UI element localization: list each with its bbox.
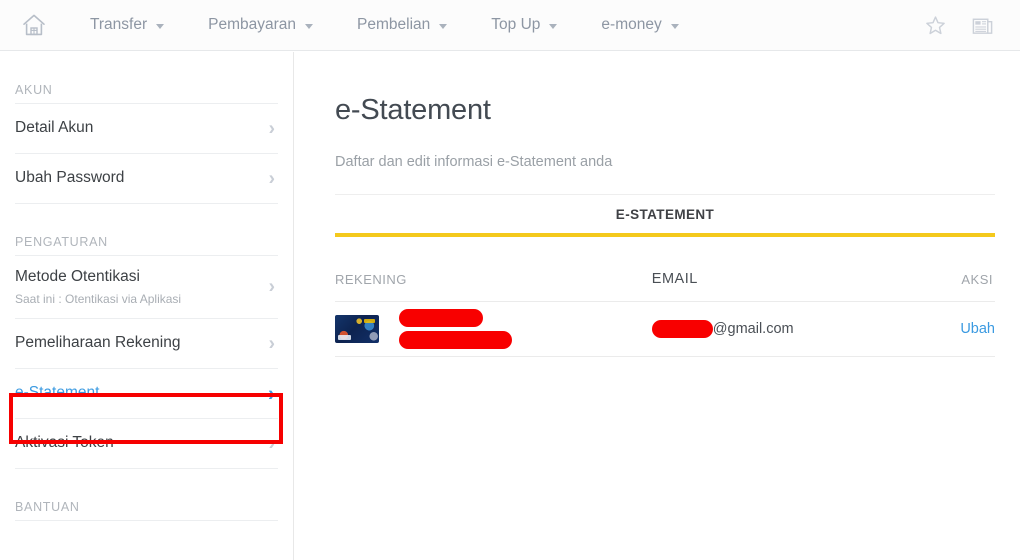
nav-item-e-money[interactable]: e-money — [579, 0, 700, 50]
chevron-right-icon: › — [268, 168, 275, 189]
column-header-email: EMAIL — [651, 271, 698, 287]
nav-item-top-up[interactable]: Top Up — [469, 0, 579, 50]
page-title: e-Statement — [335, 94, 491, 126]
debit-card-thumbnail-icon — [335, 315, 379, 343]
tab-e-statement[interactable]: E-STATEMENT — [616, 207, 714, 222]
cell-rekening — [335, 309, 652, 349]
nav-label: Pembayaran — [208, 16, 297, 33]
table-header-row: REKENING EMAIL AKSI — [335, 271, 995, 302]
email-domain-text: @gmail.com — [712, 321, 794, 337]
chevron-right-icon: › — [268, 433, 275, 454]
sidebar-group-pengaturan: PENGATURAN — [15, 204, 278, 256]
nav-label: Transfer — [90, 16, 148, 33]
account-number-redacted — [399, 309, 512, 349]
top-navigation-bar: Transfer Pembayaran Pembelian Top Up e-m… — [0, 0, 1020, 51]
page-subtitle: Daftar dan edit informasi e-Statement an… — [335, 127, 995, 195]
nav-right-icons — [924, 14, 1020, 37]
sidebar-item-label: e-Statement — [15, 384, 100, 402]
chevron-right-icon: › — [268, 118, 275, 139]
nav-label: Pembelian — [357, 16, 431, 33]
nav-item-pembelian[interactable]: Pembelian — [335, 0, 469, 50]
redaction-bar — [399, 309, 483, 327]
sidebar-item-sublabel: Saat ini : Otentikasi via Aplikasi — [15, 291, 182, 306]
nav-label: Top Up — [491, 16, 541, 33]
sidebar-item-label: Aktivasi Token — [15, 434, 114, 452]
newspaper-icon[interactable] — [971, 14, 994, 37]
redaction-bar — [399, 331, 512, 349]
sidebar-item-pemeliharaan-rekening[interactable]: Pemeliharaan Rekening › — [15, 319, 278, 369]
column-header-aksi: AKSI — [961, 271, 993, 287]
home-icon — [21, 12, 47, 38]
sidebar-item-label: Ubah Password — [15, 169, 125, 187]
cell-email: @gmail.com — [651, 320, 903, 338]
chevron-down-icon — [156, 24, 165, 29]
nav-item-transfer[interactable]: Transfer — [68, 0, 186, 50]
sidebar-item-label: Pemeliharaan Rekening — [15, 334, 181, 352]
chevron-down-icon — [439, 24, 448, 29]
chevron-right-icon: › — [268, 276, 275, 298]
star-favorite-icon[interactable] — [924, 14, 947, 37]
column-header-rekening: REKENING — [335, 271, 407, 287]
sidebar-item-e-statement[interactable]: e-Statement › — [15, 369, 278, 419]
nav-label: e-money — [601, 16, 662, 33]
chevron-down-icon — [549, 24, 558, 29]
edit-link-ubah[interactable]: Ubah — [960, 321, 995, 337]
sidebar-item-label: Detail Akun — [15, 119, 94, 137]
nav-item-pembayaran[interactable]: Pembayaran — [186, 0, 335, 50]
cell-aksi: Ubah — [903, 320, 995, 338]
chevron-down-icon — [305, 24, 314, 29]
sidebar-item-label: Metode Otentikasi — [15, 268, 140, 286]
settings-sidebar: AKUN Detail Akun › Ubah Password › PENGA… — [0, 52, 294, 560]
main-content: e-Statement Daftar dan edit informasi e-… — [295, 52, 1020, 560]
sidebar-item-detail-akun[interactable]: Detail Akun › — [15, 104, 278, 154]
sidebar-group-akun: AKUN — [15, 52, 278, 104]
tab-bar: E-STATEMENT — [335, 195, 995, 237]
home-button[interactable] — [0, 0, 68, 50]
chevron-right-icon: › — [268, 333, 275, 354]
table-row: @gmail.com Ubah — [335, 302, 995, 357]
e-statement-table: REKENING EMAIL AKSI @gmail.com Ubah — [335, 271, 995, 357]
nav-links: Transfer Pembayaran Pembelian Top Up e-m… — [68, 0, 701, 50]
chevron-down-icon — [670, 24, 679, 29]
sidebar-item-ubah-password[interactable]: Ubah Password › — [15, 154, 278, 204]
sidebar-group-bantuan: BANTUAN — [15, 469, 278, 521]
sidebar-item-aktivasi-token[interactable]: Aktivasi Token › — [15, 419, 278, 469]
sidebar-item-metode-otentikasi[interactable]: Metode Otentikasi Saat ini : Otentikasi … — [15, 256, 278, 319]
chevron-right-icon: › — [268, 382, 275, 405]
redaction-bar — [651, 320, 713, 338]
